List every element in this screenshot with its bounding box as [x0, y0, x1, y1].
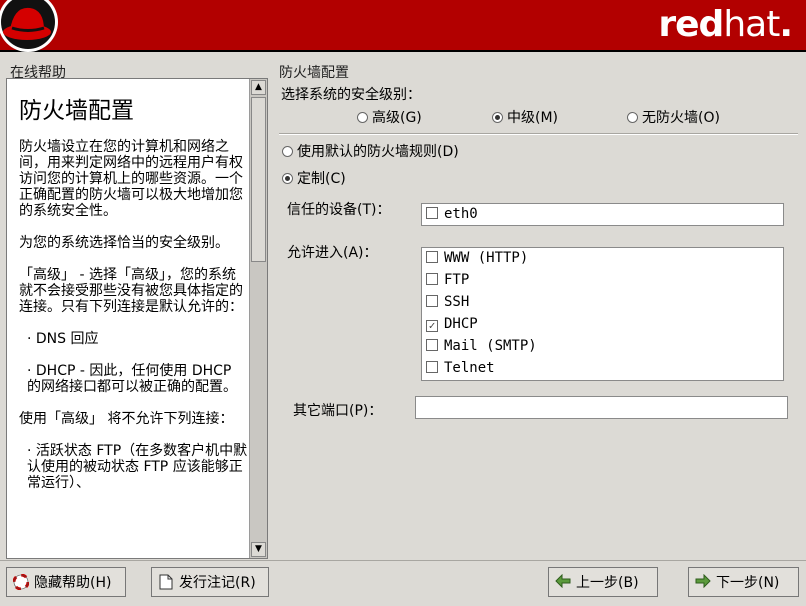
- other-ports-label: 其它端口(P)：: [293, 403, 383, 419]
- help-paragraph: · DHCP - 因此，任何使用 DHCP 的网络接口都可以被正确的配置。: [27, 363, 237, 395]
- allow-incoming-list[interactable]: WWW (HTTP) FTP SSH ✓ DHCP Mail (SMTP) Tel…: [421, 247, 784, 381]
- security-level-label: 选择系统的安全级别：: [281, 87, 421, 103]
- other-ports-input[interactable]: [415, 396, 788, 419]
- allow-item-telnet[interactable]: Telnet: [426, 360, 495, 376]
- checkbox-icon: [426, 251, 438, 263]
- checkbox-icon: [426, 207, 438, 219]
- trusted-devices-list[interactable]: eth0: [421, 203, 784, 226]
- help-text: 防火墙配置 防火墙设立在您的计算机和网络之间，用来判定网络中的远程用户有权访问您…: [13, 83, 249, 558]
- hide-help-button[interactable]: 隐藏帮助(H): [6, 567, 126, 597]
- redhat-brand: redhat.: [658, 4, 793, 45]
- radio-level-none[interactable]: 无防火墙(O): [627, 107, 720, 127]
- arrow-left-icon: [555, 573, 571, 590]
- lifebuoy-icon: [12, 573, 30, 591]
- allow-item-dhcp[interactable]: ✓ DHCP: [426, 316, 478, 332]
- help-paragraph: · DNS 回应: [27, 331, 99, 347]
- radio-icon: [357, 112, 368, 123]
- button-bar-separator: [0, 560, 806, 561]
- allow-item-ftp[interactable]: FTP: [426, 272, 469, 288]
- radio-selected-icon: [492, 112, 503, 123]
- scroll-up-arrow-icon[interactable]: ▲: [251, 80, 266, 95]
- allow-item-ssh[interactable]: SSH: [426, 294, 469, 310]
- help-paragraph: · 活跃状态 FTP（在多数客户机中默认使用的被动状态 FTP 应该能够正常运行…: [27, 443, 248, 491]
- header-banner: redhat.: [0, 0, 806, 52]
- radio-default-rules[interactable]: 使用默认的防火墙规则(D): [282, 141, 459, 161]
- checkbox-checked-icon: ✓: [426, 320, 438, 332]
- document-icon: [158, 574, 174, 590]
- next-button[interactable]: 下一步(N): [688, 567, 799, 597]
- allow-item-mail[interactable]: Mail (SMTP): [426, 338, 537, 354]
- radio-icon: [627, 112, 638, 123]
- back-button[interactable]: 上一步(B): [548, 567, 658, 597]
- trusted-device-eth0[interactable]: eth0: [426, 206, 478, 222]
- checkbox-icon: [426, 361, 438, 373]
- radio-level-high[interactable]: 高级(G): [357, 107, 422, 127]
- separator: [279, 133, 798, 135]
- checkbox-icon: [426, 273, 438, 285]
- config-group-title: 防火墙配置: [278, 62, 350, 82]
- scrollbar-thumb[interactable]: [251, 97, 266, 262]
- radio-icon: [282, 146, 293, 157]
- help-pane: 防火墙配置 防火墙设立在您的计算机和网络之间，用来判定网络中的远程用户有权访问您…: [6, 78, 268, 559]
- help-paragraph: 为您的系统选择恰当的安全级别。: [19, 235, 229, 251]
- help-paragraph: 「高级」 - 选择「高级」，您的系统就不会接受那些没有被您具体指定的连接。只有下…: [19, 267, 243, 315]
- radio-custom[interactable]: 定制(C): [282, 168, 346, 188]
- help-scrollbar[interactable]: ▲ ▼: [249, 79, 267, 558]
- arrow-right-icon: [695, 573, 711, 590]
- allow-item-www[interactable]: WWW (HTTP): [426, 250, 528, 266]
- radio-selected-icon: [282, 173, 293, 184]
- checkbox-icon: [426, 339, 438, 351]
- scroll-down-arrow-icon[interactable]: ▼: [251, 542, 266, 557]
- help-heading: 防火墙配置: [19, 98, 134, 124]
- release-notes-button[interactable]: 发行注记(R): [151, 567, 269, 597]
- radio-level-medium[interactable]: 中级(M): [492, 107, 558, 127]
- help-paragraph: 使用「高级」 将不允许下列连接：: [19, 411, 234, 427]
- allow-incoming-label: 允许进入(A)：: [287, 245, 378, 261]
- checkbox-icon: [426, 295, 438, 307]
- help-paragraph: 防火墙设立在您的计算机和网络之间，用来判定网络中的远程用户有权访问您的计算机上的…: [19, 139, 243, 219]
- trusted-devices-label: 信任的设备(T)：: [287, 202, 391, 218]
- redhat-logo-icon: [0, 0, 58, 52]
